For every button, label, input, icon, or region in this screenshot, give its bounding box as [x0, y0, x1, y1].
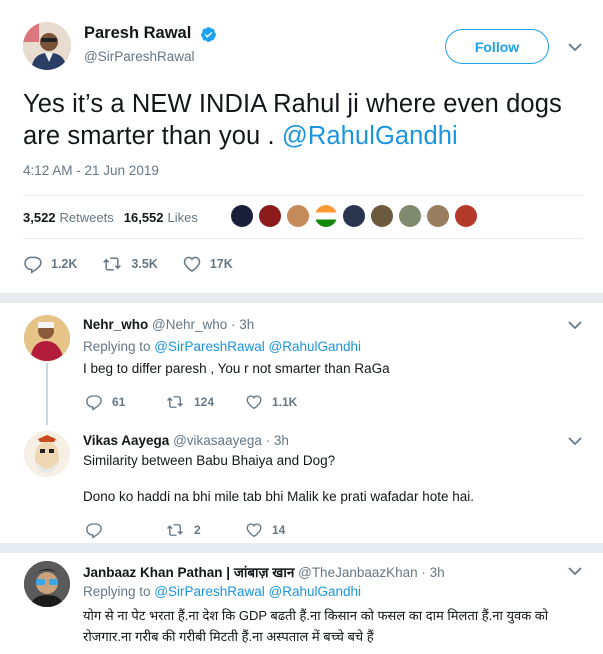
reply-author-name[interactable]: Nehr_who: [83, 317, 148, 332]
reply-actions: 2 14: [85, 521, 285, 539]
reply-button[interactable]: [85, 521, 165, 539]
reply-count: 1.2K: [51, 257, 78, 271]
like-button[interactable]: 14: [245, 521, 285, 539]
likes-count: 16,552: [123, 209, 164, 225]
like-button[interactable]: 17K: [182, 254, 233, 274]
chevron-down-icon[interactable]: [568, 42, 582, 52]
retweets-count: 3,522: [23, 209, 56, 225]
reply-tweet[interactable]: Vikas Aayega @vikasaayega · 3h Similarit…: [0, 423, 603, 543]
chevron-down-icon[interactable]: [568, 566, 582, 576]
replying-to: Replying to @SirPareshRawal @RahulGandhi: [83, 339, 361, 354]
reply-count: 61: [112, 395, 126, 409]
mention-link[interactable]: @RahulGandhi: [282, 122, 458, 150]
like-icon: [183, 256, 201, 272]
retweet-count: 2: [194, 523, 201, 537]
like-button[interactable]: 1.1K: [245, 393, 297, 411]
replying-to: Replying to @SirPareshRawal @RahulGandhi: [83, 584, 361, 599]
reply-avatar[interactable]: [24, 315, 70, 361]
like-count: 1.1K: [272, 395, 298, 409]
reply-icon: [86, 395, 102, 411]
reply-author[interactable]: Janbaaz Khan Pathan | जांबाज़ खान @TheJa…: [83, 563, 445, 581]
liker-avatar[interactable]: [455, 205, 477, 227]
likes-stat[interactable]: 16,552 Likes: [124, 210, 198, 225]
tweet-actions: 1.2K 3.5K 17K: [23, 254, 257, 274]
retweet-button[interactable]: 2: [165, 521, 245, 539]
replying-to-mentions[interactable]: @SirPareshRawal @RahulGandhi: [154, 584, 361, 599]
reply-icon: [24, 256, 42, 274]
liker-avatar[interactable]: [259, 205, 281, 227]
reply-icon: [86, 523, 102, 539]
reply-author-name[interactable]: Janbaaz Khan Pathan | जांबाज़ खान: [83, 565, 294, 580]
reply-author-handle[interactable]: @Nehr_who · 3h: [152, 317, 254, 332]
liker-avatar[interactable]: [343, 205, 365, 227]
reply-author[interactable]: Nehr_who @Nehr_who · 3h: [83, 317, 254, 332]
like-icon: [246, 395, 262, 410]
liker-avatar[interactable]: [371, 205, 393, 227]
retweet-count: 3.5K: [131, 257, 158, 271]
follow-button[interactable]: Follow: [445, 29, 549, 64]
like-count: 17K: [209, 257, 233, 271]
reply-author-handle[interactable]: @vikasaayega · 3h: [173, 433, 289, 448]
liker-avatar[interactable]: [315, 205, 337, 227]
likes-label: Likes: [167, 209, 198, 225]
reply-text-line-1: Similarity between Babu Bhaiya and Dog?: [83, 453, 336, 468]
reply-tweet[interactable]: Nehr_who @Nehr_who · 3h Replying to @Sir…: [0, 303, 603, 425]
tweet-text: Yes it’s a NEW INDIA Rahul ji where even…: [23, 88, 583, 152]
reply-text: योग से ना पेट भरता हैं.ना देश कि GDP बढत…: [83, 608, 549, 644]
divider: [23, 195, 583, 196]
reply-text-line-2: Dono ko haddi na bhi mile tab bhi Malik …: [83, 489, 474, 504]
verified-badge-icon: [201, 27, 216, 42]
divider: [23, 238, 583, 239]
retweet-button[interactable]: 124: [165, 393, 245, 411]
main-tweet: Paresh Rawal @SirPareshRawal Follow Yes …: [0, 0, 603, 300]
section-separator: [0, 543, 603, 553]
tweet-timestamp[interactable]: 4:12 AM - 21 Jun 2019: [23, 163, 159, 178]
author-name[interactable]: Paresh Rawal: [84, 24, 191, 43]
liker-avatars: [231, 205, 483, 227]
replying-prefix: Replying to: [83, 584, 155, 599]
like-icon: [246, 523, 262, 538]
retweet-icon: [103, 257, 122, 271]
retweet-count: 124: [194, 395, 215, 409]
retweets-stat[interactable]: 3,522 Retweets: [23, 210, 114, 225]
reply-text: I beg to differ paresh , You r not smart…: [83, 361, 390, 376]
liker-avatar[interactable]: [287, 205, 309, 227]
reply-avatar[interactable]: [24, 561, 70, 607]
retweet-icon: [167, 396, 183, 408]
reply-avatar[interactable]: [24, 431, 70, 477]
reply-author[interactable]: Vikas Aayega @vikasaayega · 3h: [83, 433, 289, 448]
reply-author-name[interactable]: Vikas Aayega: [83, 433, 169, 448]
chevron-down-icon[interactable]: [568, 436, 582, 446]
section-separator: [0, 293, 603, 303]
chevron-down-icon[interactable]: [568, 320, 582, 330]
author-handle[interactable]: @SirPareshRawal: [84, 49, 195, 64]
reply-button[interactable]: 1.2K: [23, 254, 77, 274]
liker-avatar[interactable]: [231, 205, 253, 227]
reply-button[interactable]: 61: [85, 393, 165, 411]
author-avatar[interactable]: [23, 22, 71, 70]
replying-to-mentions[interactable]: @SirPareshRawal @RahulGandhi: [154, 339, 361, 354]
retweets-label: Retweets: [59, 209, 114, 225]
reply-actions: 61 124 1.1K: [85, 393, 297, 411]
reply-author-handle[interactable]: @TheJanbaazKhan · 3h: [298, 565, 445, 580]
replying-prefix: Replying to: [83, 339, 155, 354]
liker-avatar[interactable]: [427, 205, 449, 227]
retweet-button[interactable]: 3.5K: [101, 254, 158, 274]
liker-avatar[interactable]: [399, 205, 421, 227]
thread-line: [46, 363, 48, 425]
retweet-icon: [167, 524, 183, 536]
tweet-stats: 3,522 Retweets 16,552 Likes: [23, 203, 208, 231]
reply-tweet[interactable]: Janbaaz Khan Pathan | जांबाज़ खान @TheJa…: [0, 553, 603, 654]
like-count: 14: [272, 523, 286, 537]
